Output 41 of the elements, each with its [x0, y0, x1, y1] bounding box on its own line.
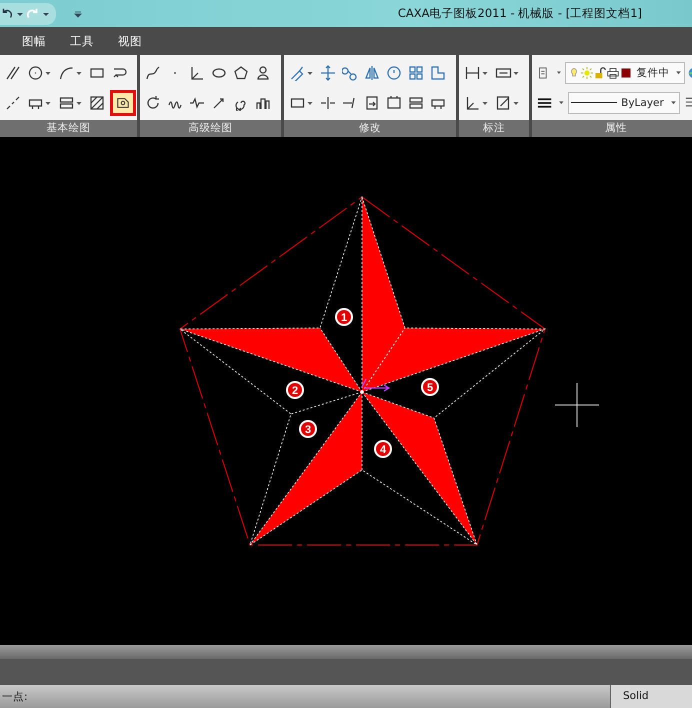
layer-dropdown[interactable]: 复件中	[565, 62, 686, 84]
dashline-icon[interactable]	[4, 94, 22, 112]
arrow-icon	[361, 378, 390, 392]
color-swatch-icon	[620, 66, 632, 78]
caret-icon	[675, 69, 682, 76]
mirror-icon[interactable]	[363, 64, 381, 82]
menu-item[interactable]: 视图	[106, 34, 154, 48]
hatch-icon[interactable]	[88, 94, 106, 112]
line-style-field[interactable]: Solid	[610, 685, 692, 708]
customize-caret-icon[interactable]	[74, 10, 82, 18]
padlock-icon	[594, 66, 606, 78]
command-prompt: 一点:	[2, 690, 28, 704]
frame-icon[interactable]	[385, 94, 403, 112]
group-label: 修改	[284, 120, 456, 137]
number-marker: 5	[421, 378, 439, 396]
number-marker: 4	[374, 440, 392, 458]
grid-icon[interactable]	[407, 64, 425, 82]
rotate-icon[interactable]	[385, 64, 403, 82]
window-title: CAXA电子图板2011 - 机械版 - [工程图文档1]	[398, 6, 642, 21]
curve-icon[interactable]	[144, 64, 162, 82]
caret-icon	[670, 99, 677, 106]
number-marker: 1	[335, 308, 353, 326]
printer-icon	[607, 66, 620, 78]
group-label: 高级绘图	[140, 120, 281, 137]
sun-icon	[581, 66, 594, 78]
group-label: 标注	[459, 120, 529, 137]
pentagon-icon[interactable]	[232, 64, 250, 82]
caret-icon[interactable]	[556, 69, 562, 76]
menu-item[interactable]: 图幅	[10, 34, 58, 48]
move-icon[interactable]	[319, 64, 337, 82]
caret-icon[interactable]	[558, 99, 565, 106]
polygon-icon[interactable]	[110, 90, 136, 116]
group-label: 属性	[532, 120, 692, 137]
circle-icon[interactable]	[26, 64, 53, 82]
number-marker: 2	[286, 381, 304, 399]
crosshair-cursor-icon	[554, 382, 600, 428]
group-label: 基本绘图	[0, 120, 137, 137]
menu-item[interactable]: 工具	[58, 34, 106, 48]
linetype-dropdown[interactable]: ByLayer	[568, 92, 680, 114]
undo-icon[interactable]	[0, 6, 14, 20]
number-marker: 3	[299, 420, 317, 438]
